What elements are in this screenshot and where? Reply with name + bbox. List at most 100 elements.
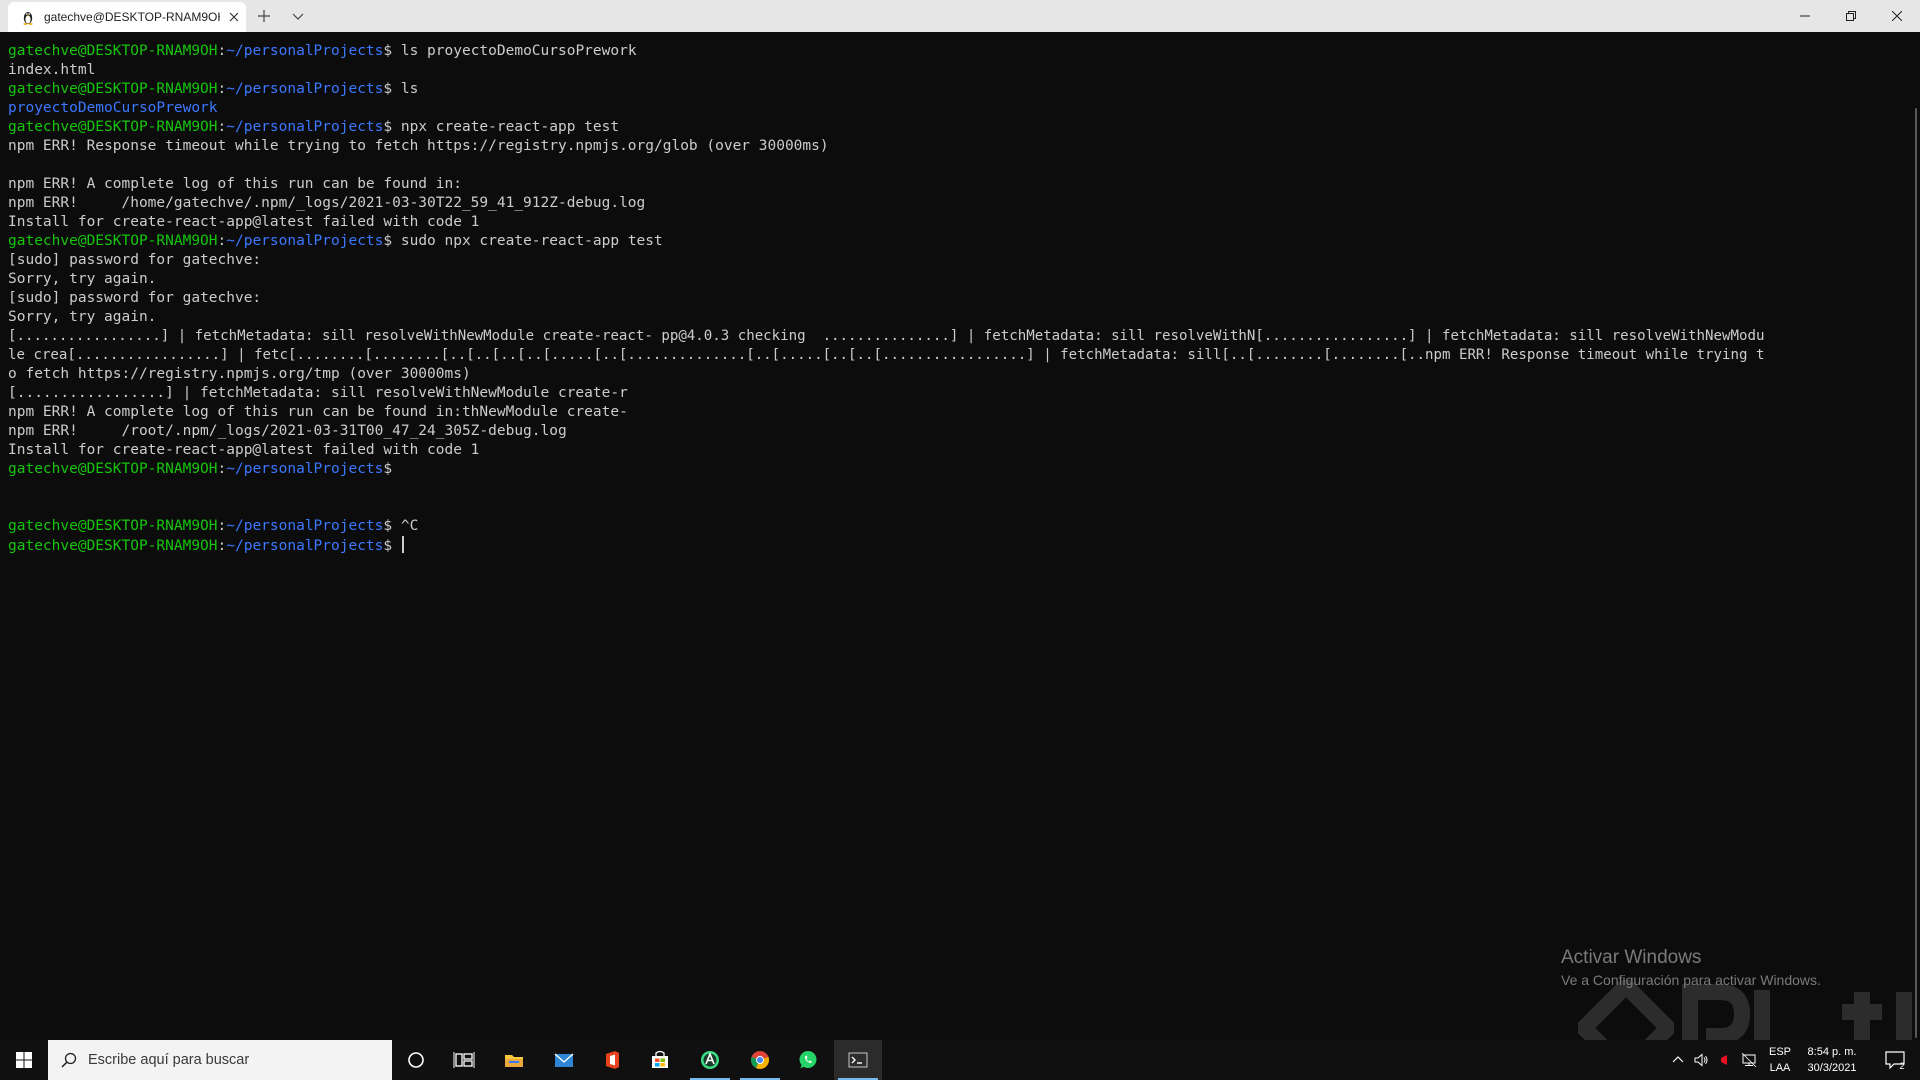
screen: gatechve@DESKTOP-RNAM9OH: ~/personalProj… xyxy=(0,0,1920,1080)
windows-start-icon xyxy=(16,1052,32,1068)
command-text: sudo npx create-react-app test xyxy=(392,233,663,249)
terminal-line: Sorry, try again. xyxy=(8,309,157,325)
close-tab-icon[interactable] xyxy=(226,9,242,25)
prompt-colon: : xyxy=(217,538,227,554)
network-icon xyxy=(1741,1052,1757,1068)
terminal-line: o fetch https://registry.npmjs.org/tmp (… xyxy=(8,366,471,382)
prompt-user-host: gatechve@DESKTOP-RNAM9OH xyxy=(8,538,218,554)
chrome-button[interactable] xyxy=(736,1040,784,1080)
linux-tux-icon xyxy=(23,12,33,25)
prompt-path: ~/personalProjects xyxy=(226,518,384,534)
terminal-line: npm ERR! /home/gatechve/.npm/_logs/2021-… xyxy=(8,195,646,211)
task-view-icon xyxy=(453,1052,475,1068)
text-cursor xyxy=(401,536,404,553)
prompt-colon: : xyxy=(217,81,227,97)
network-button[interactable] xyxy=(1738,1040,1760,1080)
prompt-colon: : xyxy=(217,43,227,59)
microsoft-store-button[interactable] xyxy=(636,1040,684,1080)
terminal-line: gatechve@DESKTOP-RNAM9OH:~/personalProje… xyxy=(8,42,637,61)
terminal-line: npm ERR! A complete log of this run can … xyxy=(8,404,628,420)
terminal-line: le crea[.................] | fetc[......… xyxy=(8,347,1765,363)
prompt-user-host: gatechve@DESKTOP-RNAM9OH xyxy=(8,119,218,135)
search-input[interactable] xyxy=(88,1040,384,1080)
scrollbar-thumb[interactable] xyxy=(1915,108,1917,1038)
whatsapp-button[interactable] xyxy=(784,1040,832,1080)
prompt-user-host: gatechve@DESKTOP-RNAM9OH xyxy=(8,461,218,477)
prompt-user-host: gatechve@DESKTOP-RNAM9OH xyxy=(8,81,218,97)
media-control-button[interactable] xyxy=(1714,1040,1734,1080)
prompt-dollar: $ xyxy=(383,538,393,554)
activate-windows-subtitle: Ve a Configuración para activar Windows. xyxy=(1561,972,1821,988)
prompt-path: ~/personalProjects xyxy=(226,538,384,554)
new-tab-plus-icon[interactable] xyxy=(256,8,272,24)
terminal-line: Install for create-react-app@latest fail… xyxy=(8,442,480,458)
terminal-button[interactable] xyxy=(834,1040,882,1080)
terminal-line: [sudo] password for gatechve: xyxy=(8,252,262,268)
taskbar-search-box[interactable] xyxy=(48,1040,392,1080)
terminal-line: index.html xyxy=(8,62,96,78)
terminal-line: [.................] | fetchMetadata: sil… xyxy=(8,328,1765,344)
cortana-icon xyxy=(408,1052,424,1068)
speaker-red-icon xyxy=(1721,1055,1727,1065)
prompt-dollar: $ xyxy=(383,43,393,59)
terminal-input-line[interactable]: gatechve@DESKTOP-RNAM9OH:~/personalProje… xyxy=(8,536,404,555)
whatsapp-icon xyxy=(799,1051,817,1069)
command-text: ls proyectoDemoCursoPrework xyxy=(392,43,637,59)
scrollbar-track[interactable] xyxy=(1908,32,1920,1040)
command-text: ls xyxy=(392,81,419,97)
cortana-button[interactable] xyxy=(392,1040,440,1080)
directory-listing: proyectoDemoCursoPrework xyxy=(8,100,218,116)
prompt-colon: : xyxy=(217,518,227,534)
terminal-line: [sudo] password for gatechve: xyxy=(8,290,262,306)
notification-count-badge: 2 xyxy=(1899,1061,1905,1071)
android-studio-button[interactable] xyxy=(686,1040,734,1080)
prompt-dollar: $ xyxy=(383,233,393,249)
prompt-dollar: $ xyxy=(383,518,393,534)
taskbar: ESP LAA 8:54 p. m. 30/3/2021 2 xyxy=(0,1040,1920,1080)
android-studio-icon xyxy=(701,1051,719,1069)
file-explorer-icon xyxy=(505,1055,523,1067)
file-explorer-button[interactable] xyxy=(490,1040,538,1080)
minimize-button[interactable] xyxy=(1782,0,1828,32)
close-icon xyxy=(1892,11,1902,21)
office-button[interactable] xyxy=(588,1040,636,1080)
show-hidden-icons-button[interactable] xyxy=(1668,1040,1688,1080)
command-text: ^C xyxy=(392,518,419,534)
prompt-path: ~/personalProjects xyxy=(226,43,384,59)
prompt-dollar: $ xyxy=(383,81,393,97)
volume-button[interactable] xyxy=(1690,1040,1712,1080)
restore-icon xyxy=(1846,11,1856,21)
prompt-colon: : xyxy=(217,119,227,135)
activate-windows-title: Activar Windows xyxy=(1561,947,1702,968)
prompt-colon: : xyxy=(217,233,227,249)
minimize-icon xyxy=(1800,15,1810,17)
terminal-line: gatechve@DESKTOP-RNAM9OH:~/personalProje… xyxy=(8,232,663,251)
office-icon xyxy=(606,1051,619,1069)
terminal-line: npm ERR! /root/.npm/_logs/2021-03-31T00_… xyxy=(8,423,567,439)
prompt-path: ~/personalProjects xyxy=(226,119,384,135)
command-text xyxy=(392,538,401,554)
input-language-indicator[interactable]: ESP LAA xyxy=(1764,1044,1796,1076)
start-button[interactable] xyxy=(0,1040,48,1080)
title-bar[interactable]: gatechve@DESKTOP-RNAM9OH: ~/personalProj… xyxy=(0,0,1920,32)
terminal-line: Install for create-react-app@latest fail… xyxy=(8,214,480,230)
terminal-output[interactable]: gatechve@DESKTOP-RNAM9OH:~/personalProje… xyxy=(0,32,1908,1040)
mail-button[interactable] xyxy=(540,1040,588,1080)
prompt-path: ~/personalProjects xyxy=(226,233,384,249)
clock-date: 30/3/2021 xyxy=(1807,1062,1857,1074)
chevron-down-icon[interactable] xyxy=(290,8,306,24)
terminal-tab[interactable]: gatechve@DESKTOP-RNAM9OH: ~/personalProj… xyxy=(8,2,246,32)
command-text: npx create-react-app test xyxy=(392,119,620,135)
clock-time: 8:54 p. m. xyxy=(1807,1046,1857,1058)
close-window-button[interactable] xyxy=(1874,0,1920,32)
terminal-line: npm ERR! A complete log of this run can … xyxy=(8,176,462,192)
terminal-line: npm ERR! Response timeout while trying t… xyxy=(8,138,829,154)
prompt-user-host: gatechve@DESKTOP-RNAM9OH xyxy=(8,518,218,534)
action-center-button[interactable]: 2 xyxy=(1872,1040,1916,1080)
restore-button[interactable] xyxy=(1828,0,1874,32)
terminal-line: Sorry, try again. xyxy=(8,271,157,287)
terminal-line: [.................] | fetchMetadata: sil… xyxy=(8,385,628,401)
clock[interactable]: 8:54 p. m. 30/3/2021 xyxy=(1800,1044,1864,1076)
prompt-user-host: gatechve@DESKTOP-RNAM9OH xyxy=(8,43,218,59)
task-view-button[interactable] xyxy=(440,1040,488,1080)
